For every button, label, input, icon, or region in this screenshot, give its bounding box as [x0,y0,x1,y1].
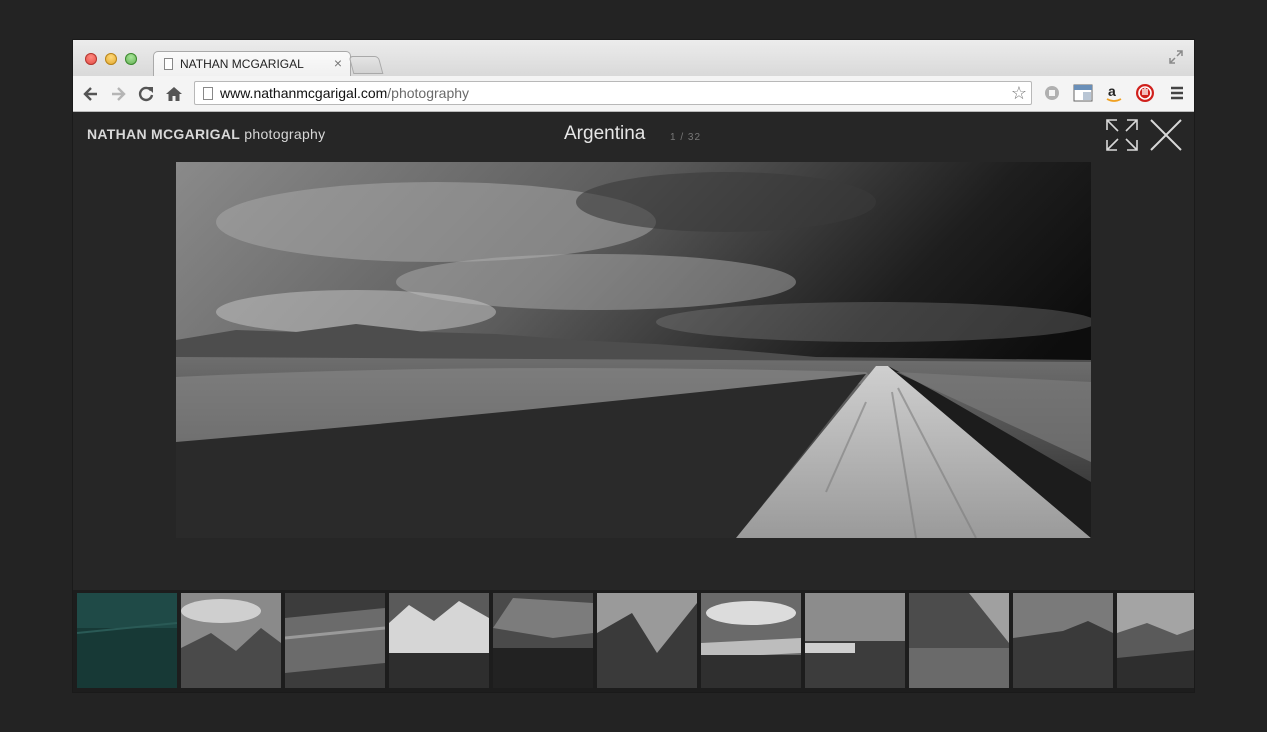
gallery-title: Argentina [564,123,646,144]
main-photo[interactable] [176,162,1091,538]
thumbnail-item[interactable] [597,593,697,688]
thumbnail-item[interactable] [1013,593,1113,688]
extension-icon[interactable] [1073,83,1093,103]
browser-window: NATHAN MCGARIGAL × www.nathanmcgarigal.c… [73,40,1194,692]
browser-tab[interactable]: NATHAN MCGARIGAL × [153,51,351,77]
browser-toolbar: www.nathanmcgarigal.com/photography ☆ a [73,76,1194,112]
minimize-window-button[interactable] [105,53,117,65]
url-domain: www.nathanmcgarigal.com [220,85,388,101]
argentina-road-photo [176,162,1091,538]
zoom-window-button[interactable] [125,53,137,65]
adblock-icon[interactable] [1135,83,1155,103]
brand-section: photography [244,126,326,142]
address-bar[interactable]: www.nathanmcgarigal.com/photography ☆ [194,81,1032,105]
close-window-button[interactable] [85,53,97,65]
menu-icon[interactable] [1167,83,1187,103]
fullscreen-icon[interactable] [1168,49,1184,65]
thumbnail-item[interactable] [805,593,905,688]
evernote-icon[interactable] [1042,83,1062,103]
site-brand[interactable]: NATHAN MCGARIGAL photography [87,126,325,142]
thumbnail-item[interactable] [701,593,801,688]
url-path: /photography [387,85,470,101]
new-tab-button[interactable] [348,56,384,74]
amazon-icon[interactable]: a [1104,83,1124,103]
brand-name: NATHAN MCGARIGAL [87,126,241,142]
expand-icon[interactable] [1105,118,1139,152]
thumbnail-item[interactable] [909,593,1009,688]
thumbnail-item[interactable] [285,593,385,688]
back-arrow-icon[interactable] [81,84,101,104]
tab-title: NATHAN MCGARIGAL [180,57,304,71]
tab-close-button[interactable]: × [334,55,342,71]
page-icon [203,87,213,100]
home-icon[interactable] [164,84,184,104]
thumbnail-item[interactable] [77,593,177,688]
title-bar: NATHAN MCGARIGAL × [73,40,1194,77]
close-icon[interactable] [1149,118,1183,152]
thumbnail-item[interactable] [1117,593,1194,688]
thumbnail-item[interactable] [389,593,489,688]
forward-arrow-icon[interactable] [108,84,128,104]
photo-gallery-page: NATHAN MCGARIGAL photography Argentina 1… [73,112,1194,692]
url-text[interactable]: www.nathanmcgarigal.com/photography [220,85,469,101]
thumbnail-item[interactable] [493,593,593,688]
thumbnail-strip [73,590,1194,692]
reload-icon[interactable] [136,84,156,104]
bookmark-star-icon[interactable]: ☆ [1011,83,1027,104]
page-icon [164,58,173,70]
thumbnail-item[interactable] [181,593,281,688]
photo-counter: 1 / 32 [670,132,702,143]
svg-text:a: a [1108,83,1116,99]
